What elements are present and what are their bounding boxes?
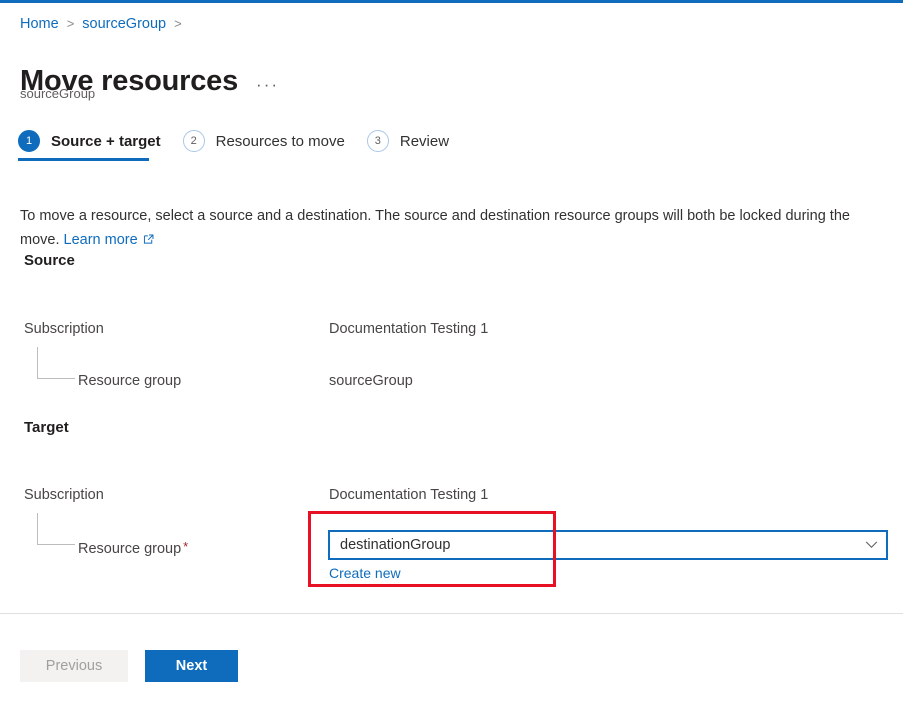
learn-more-link[interactable]: Learn more	[64, 232, 138, 248]
target-resource-group-label: Resource group*	[78, 537, 188, 559]
breadcrumb-item-home[interactable]: Home	[20, 14, 59, 34]
page-title-row: Move resources ···	[20, 44, 279, 119]
step-number-badge: 1	[18, 130, 40, 152]
target-resource-group-input[interactable]	[340, 535, 865, 555]
source-subscription-value: Documentation Testing 1	[329, 319, 488, 339]
source-section-heading: Source	[24, 252, 75, 269]
footer-divider	[0, 613, 903, 614]
source-resource-group-label: Resource group	[78, 371, 181, 391]
breadcrumb-separator-icon: >	[67, 14, 75, 34]
breadcrumb-item-sourcegroup[interactable]: sourceGroup	[82, 14, 166, 34]
target-subscription-value: Documentation Testing 1	[329, 485, 488, 505]
chevron-down-icon[interactable]	[865, 541, 878, 549]
step-tab-review[interactable]: 3 Review	[367, 130, 449, 161]
required-asterisk: *	[183, 539, 188, 554]
breadcrumb: Home > sourceGroup >	[20, 14, 190, 34]
step-tab-label: Source + target	[51, 133, 161, 150]
target-section-heading: Target	[24, 419, 69, 436]
target-resource-group-dropdown[interactable]	[328, 530, 888, 560]
wizard-steps: 1 Source + target 2 Resources to move 3 …	[18, 130, 471, 161]
step-number-badge: 2	[183, 130, 205, 152]
more-options-icon[interactable]: ···	[256, 78, 279, 92]
source-resource-group-value: sourceGroup	[329, 371, 413, 391]
next-button[interactable]: Next	[145, 650, 238, 682]
source-tree-connector-icon	[37, 347, 75, 379]
step-tab-resources-to-move[interactable]: 2 Resources to move	[183, 130, 345, 161]
external-link-icon	[142, 230, 155, 254]
page-subtitle: sourceGroup	[20, 85, 95, 103]
breadcrumb-separator-icon: >	[174, 14, 182, 34]
source-subscription-label: Subscription	[24, 319, 104, 339]
step-number-badge: 3	[367, 130, 389, 152]
top-accent-bar	[0, 0, 903, 3]
step-tab-label: Resources to move	[216, 133, 345, 150]
step-tab-label: Review	[400, 133, 449, 150]
create-new-resource-group-link[interactable]: Create new	[329, 564, 401, 583]
step-tab-source-target[interactable]: 1 Source + target	[18, 130, 161, 161]
target-subscription-label: Subscription	[24, 485, 104, 505]
target-tree-connector-icon	[37, 513, 75, 545]
previous-button[interactable]: Previous	[20, 650, 128, 682]
footer-button-group: Previous Next	[20, 650, 238, 682]
description-text: To move a resource, select a source and …	[20, 204, 892, 254]
target-resource-group-label-text: Resource group	[78, 541, 181, 557]
